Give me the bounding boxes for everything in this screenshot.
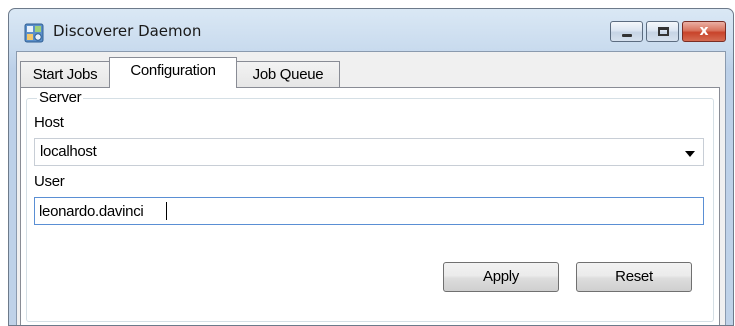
minimize-icon (622, 34, 632, 37)
chevron-down-icon[interactable] (685, 151, 695, 157)
user-input[interactable] (34, 197, 704, 225)
host-value: localhost (40, 143, 97, 160)
maximize-button[interactable] (646, 21, 679, 42)
tab-start-jobs[interactable]: Start Jobs (20, 61, 110, 87)
reset-button[interactable]: Reset (576, 262, 692, 292)
app-window: Discoverer Daemon x Start Jobs Configura… (8, 8, 734, 326)
host-combobox[interactable]: localhost (34, 138, 704, 166)
app-icon (24, 23, 44, 43)
close-icon: x (699, 23, 709, 39)
window-title: Discoverer Daemon (53, 22, 202, 40)
minimize-button[interactable] (610, 21, 643, 42)
user-label: User (34, 173, 65, 190)
apply-button[interactable]: Apply (443, 262, 559, 292)
tab-job-queue[interactable]: Job Queue (236, 61, 340, 87)
text-caret (166, 202, 167, 220)
maximize-icon (658, 27, 669, 36)
close-button[interactable]: x (682, 21, 726, 42)
tab-configuration[interactable]: Configuration (109, 57, 237, 88)
title-bar[interactable]: Discoverer Daemon x (9, 9, 733, 51)
server-groupbox: Server Host localhost User Apply Reset (26, 89, 714, 322)
server-group-title: Server (37, 89, 84, 106)
configuration-panel: Server Host localhost User Apply Reset (20, 87, 720, 325)
host-label: Host (34, 114, 64, 131)
client-area: Start Jobs Configuration Job Queue Serve… (16, 51, 726, 325)
caption-buttons: x (610, 21, 726, 42)
